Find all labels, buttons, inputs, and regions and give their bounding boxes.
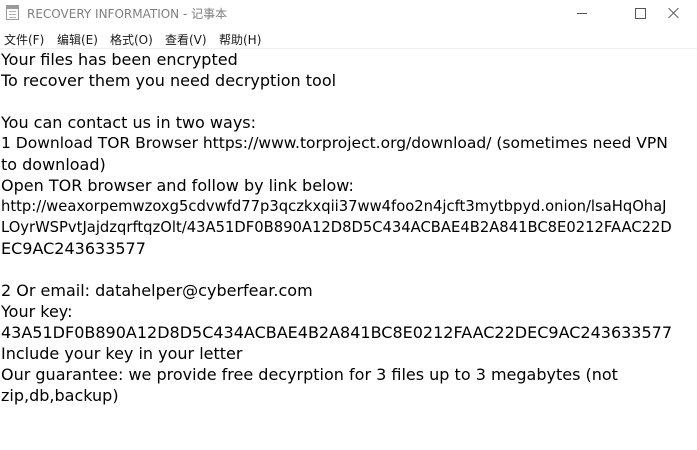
vertical-scrollbar[interactable]: [680, 49, 697, 450]
text-line: Your files has been encrypted: [1, 50, 238, 69]
text-editor[interactable]: Your files has been encrypted To recover…: [0, 49, 680, 450]
text-line: Include your key in your letter: [1, 344, 243, 363]
minimize-icon: [577, 12, 587, 14]
menu-edit[interactable]: 编辑(E): [57, 31, 98, 48]
text-line: To recover them you need decryption tool: [1, 71, 337, 90]
text-line: Open TOR browser and follow by link belo…: [1, 176, 354, 195]
text-line: You can contact us in two ways:: [1, 113, 257, 132]
text-line: Your key:: [1, 302, 73, 321]
menu-format[interactable]: 格式(O): [110, 31, 153, 48]
text-line: Our guarantee: we provide free decyrptio…: [1, 365, 618, 384]
menu-bar: 文件(F) 编辑(E) 格式(O) 查看(V) 帮助(H): [0, 27, 697, 48]
text-line: 2 Or email: datahelper@cyberfear.com: [1, 281, 313, 300]
text-line: LOyrWSPvtJajdzqrftqzOlt/43A51DF0B890A12D…: [1, 219, 672, 236]
menu-help[interactable]: 帮助(H): [219, 31, 261, 48]
close-button[interactable]: [651, 0, 697, 26]
menu-file[interactable]: 文件(F): [4, 31, 44, 48]
window-title: RECOVERY INFORMATION - 记事本: [27, 7, 228, 21]
maximize-icon: [634, 7, 646, 19]
menu-view[interactable]: 查看(V): [165, 31, 207, 48]
minimize-button[interactable]: [559, 0, 605, 26]
title-bar: RECOVERY INFORMATION - 记事本: [0, 0, 697, 26]
text-line: 43A51DF0B890A12D8D5C434ACBAE4B2A841BC8E0…: [1, 323, 673, 342]
text-line: EC9AC243633577: [1, 239, 146, 258]
notepad-icon: [6, 5, 19, 20]
text-line: 1 Download TOR Browser https://www.torpr…: [1, 134, 668, 152]
close-icon: [668, 7, 680, 19]
text-line: zip,db,backup): [1, 386, 119, 405]
text-line: to download): [1, 155, 106, 174]
text-line: http://weaxorpemwzoxg5cdvwfd77p3qczkxqii…: [1, 198, 667, 215]
